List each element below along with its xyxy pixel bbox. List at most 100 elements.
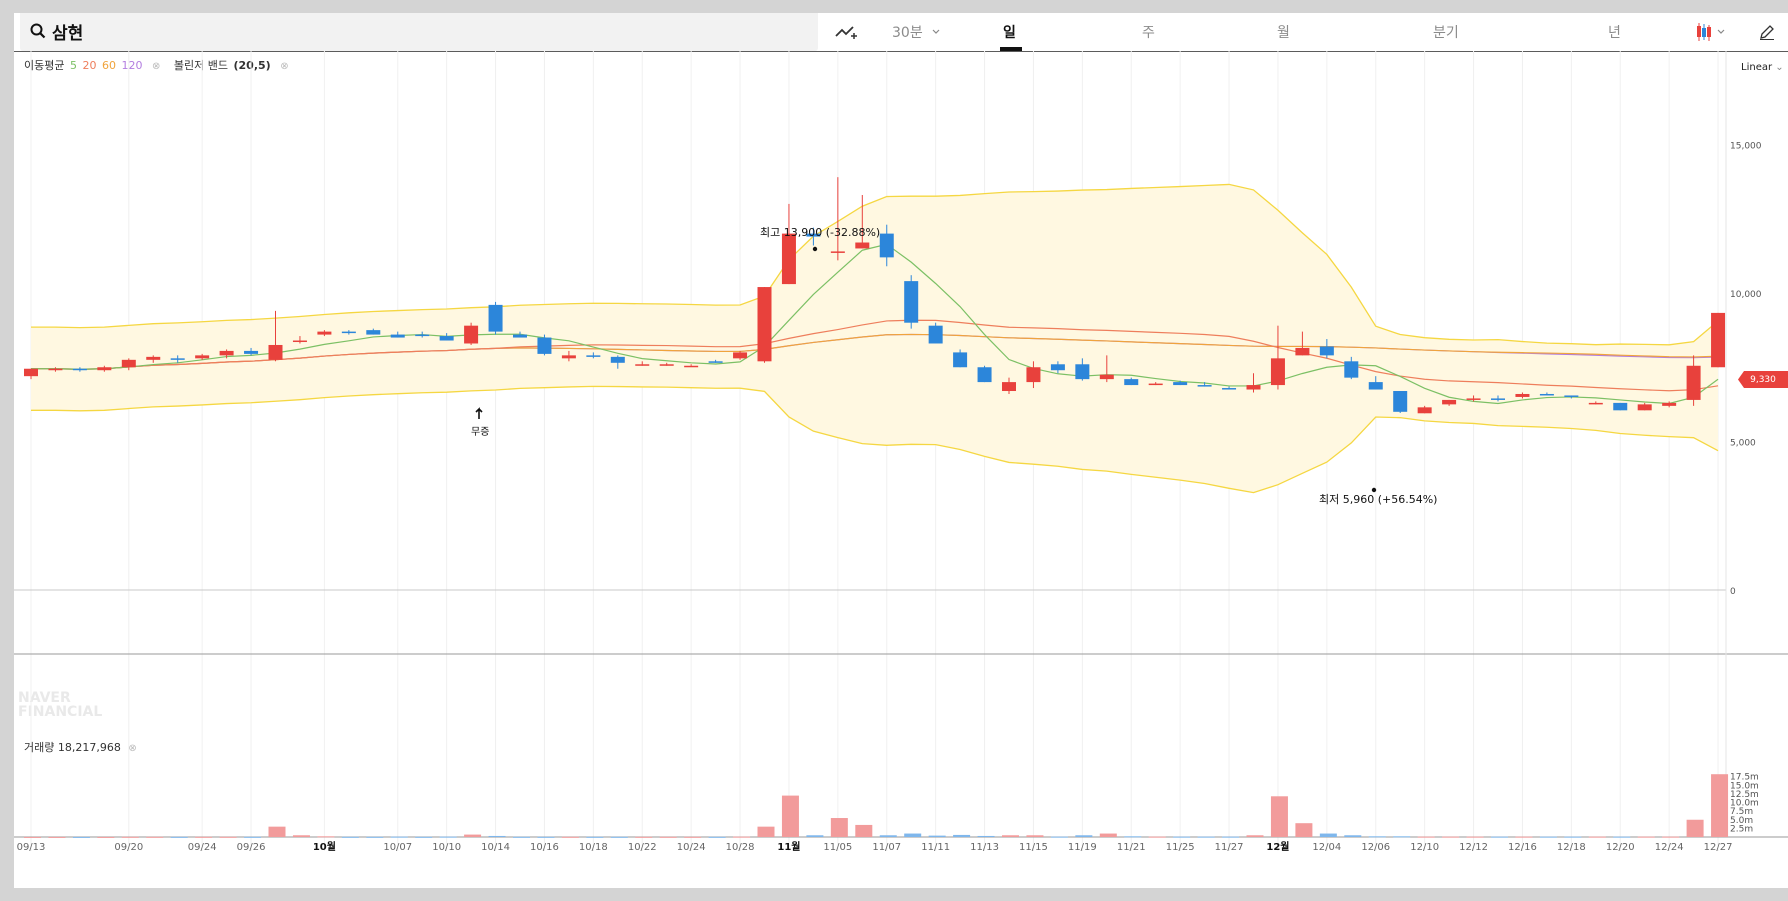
candle-body [1711,312,1726,368]
candle-body [464,325,479,344]
volume-bar [1515,836,1533,838]
x-tick-label: 10월 [313,841,336,853]
candle-body [830,251,845,253]
x-tick-label: 10/16 [530,842,559,853]
volume-bar [513,836,530,838]
volume-bar [1173,836,1191,838]
volume-bar [1075,835,1093,837]
volume-bar [415,836,433,838]
candle-body [24,368,38,377]
volume-bar [806,835,824,837]
tab-day-label: 일 [1003,25,1016,41]
tab-month[interactable]: 월 [1277,13,1290,51]
x-tick-label: 11/13 [970,842,999,853]
x-tick-label: 11/27 [1215,842,1244,853]
interval-dropdown[interactable]: 30분 [892,13,941,51]
search-icon [30,23,46,39]
volume-bar [341,836,359,838]
tab-year[interactable]: 년 [1608,13,1621,51]
candle-body [1368,382,1383,390]
volume-bar [1124,836,1142,838]
search-input[interactable]: 삼현 [20,13,818,51]
candle-body [684,365,699,368]
search-query: 삼현 [52,23,84,44]
x-tick-label: 12/12 [1459,842,1488,853]
volume-bar [1246,835,1264,837]
volume-bar [1637,836,1655,838]
low-marker [1371,487,1377,493]
candle-body [1026,367,1041,383]
candle-body [439,336,454,341]
volume-bar [1002,835,1019,837]
candle-body [170,358,185,360]
candle-body [219,350,234,356]
tab-week[interactable]: 주 [1142,13,1155,51]
candle-body [366,330,381,335]
candle-body [48,368,63,371]
volume-bar [1466,836,1484,838]
volume-bar [1539,836,1557,838]
volume-bar [24,836,41,838]
indicator-add-button[interactable] [834,13,858,51]
candle-body [879,233,894,258]
candle-body [610,356,625,363]
tab-quarter[interactable]: 분기 [1433,13,1459,51]
tab-month-label: 월 [1277,25,1290,41]
candle-body [1246,385,1261,390]
volume-bar [72,836,90,838]
price-tick-label: 5,000 [1730,439,1756,449]
price-volume-chart[interactable]: 15,00010,0005,000017.5m15.0m12.5m10.0m7.… [14,51,1788,888]
candle-body [268,344,283,360]
volume-bar [1270,796,1288,837]
remove-volume-icon[interactable]: ⊗ [128,743,136,754]
volume-bar [855,824,873,837]
volume-bar [219,836,237,838]
volume-tick-label: 2.5m [1730,824,1753,834]
tab-week-label: 주 [1142,25,1155,41]
candle-body [757,287,772,362]
candle-body [635,364,650,366]
volume-bar [1613,836,1631,838]
volume-bar [1711,774,1729,837]
x-tick-label: 10/10 [432,842,461,853]
candlestick-icon [1697,23,1725,41]
candle-body [1637,404,1652,411]
x-tick-label: 11/07 [872,842,901,853]
chart-window: 삼현 30분 일 주 월 분기 년 이동평균 5 20 60 120 ⊗ 볼린저… [14,13,1788,888]
candle-body [1124,379,1139,386]
candle-body [1442,399,1457,405]
x-tick-label: 10/14 [481,842,510,853]
volume-bar [1393,836,1411,838]
chart-type-dropdown[interactable] [1694,13,1728,51]
x-tick-label: 10/24 [677,842,706,853]
candle-body [1295,347,1310,356]
candle-body [121,359,136,368]
candle-body [537,337,552,354]
x-tick-label: 10/28 [726,842,755,853]
candle-body [1662,402,1677,406]
candle-body [146,356,161,360]
volume-bar [830,818,848,837]
candle-body [1099,374,1114,380]
x-tick-label: 11/21 [1117,842,1146,853]
candle-body [1222,388,1237,390]
candle-body [586,355,601,357]
candle-body [390,334,405,338]
volume-bar [708,836,726,838]
candle-body [195,355,210,359]
volume-label: 거래량 [24,741,55,754]
candle-body [1539,393,1554,396]
volume-bar [1148,836,1166,838]
candle-body [1050,364,1065,371]
drawing-tool-button[interactable] [1758,13,1776,51]
volume-bar [635,836,653,838]
x-tick-label: 12/24 [1655,842,1684,853]
volume-bar [1491,836,1508,838]
volume-bar [464,834,482,837]
volume-bar [439,836,457,838]
candle-body [904,281,919,323]
price-tick-label: 15,000 [1730,142,1762,152]
high-marker [812,246,818,252]
tab-day[interactable]: 일 [1003,13,1016,51]
volume-bar [586,836,604,838]
